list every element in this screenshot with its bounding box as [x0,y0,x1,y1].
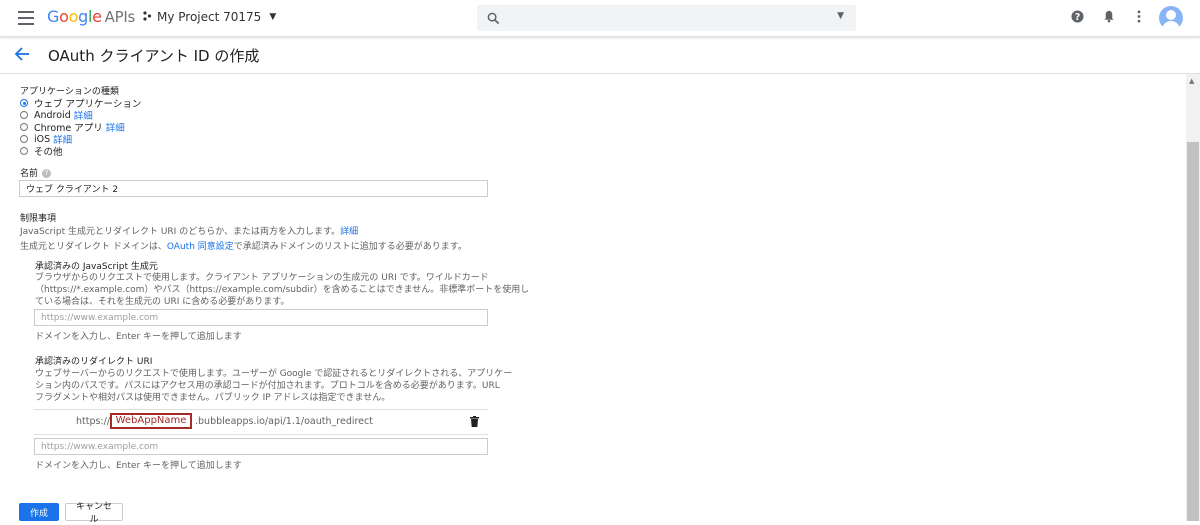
chrome-details-link[interactable]: 詳細 [106,120,125,134]
page-title: OAuth クライアント ID の作成 [48,47,260,65]
scrollbar-thumb[interactable] [1187,142,1199,521]
redirect-entry-prefix: https:// [76,416,111,427]
webappname-highlight: WebAppName [110,413,192,429]
more-vert-icon[interactable] [1137,10,1141,26]
restrictions-details-link[interactable]: 詳細 [340,227,358,237]
js-origin-input[interactable] [34,309,488,326]
radio-other[interactable]: その他 [20,144,63,158]
redirect-uri-hint: ドメインを入力し、Enter キーを押して追加します [35,461,242,471]
restrictions-desc2: 生成元とリダイレクト ドメインは、OAuth 同意設定で承認済みドメインのリスト… [20,239,467,252]
radio-label: その他 [34,147,63,158]
page-header: OAuth クライアント ID の作成 [0,37,1200,74]
create-button[interactable]: 作成 [19,503,59,521]
scroll-up-icon[interactable]: ▲ [1189,77,1194,85]
name-field-label: 名前 [20,169,39,179]
radio-unchecked-icon [20,111,28,119]
js-origin-hint: ドメインを入力し、Enter キーを押して追加します [35,332,242,342]
restrictions-desc1: JavaScript 生成元とリダイレクト URI のどちらか、または両方を入力… [20,224,358,237]
top-app-bar: Google APIs My Project 70175 ▼ ▼ ? [0,0,1200,37]
svg-text:?: ? [1075,12,1080,23]
radio-label: iOS [34,133,51,145]
project-dots-icon [142,10,152,24]
hamburger-menu-icon[interactable] [18,11,34,25]
cancel-button[interactable]: キャンセル [65,501,123,524]
radio-checked-icon [20,99,28,107]
redirect-uri-input[interactable] [34,438,488,455]
restrictions-desc2-pre: 生成元とリダイレクト ドメインは、 [20,242,167,252]
radio-unchecked-icon [20,123,28,131]
redirect-desc-line3: フラグメントや相対パスは使用できません。パブリック IP アドレスは指定できませ… [35,393,391,403]
project-name: My Project 70175 [157,10,262,24]
form-content: アプリケーションの種類 ウェブ アプリケーション Android 詳細 Chro… [0,74,1186,524]
chevron-down-icon: ▼ [269,12,277,22]
oauth-consent-link[interactable]: OAuth 同意設定 [167,242,234,252]
name-input[interactable] [19,180,488,197]
logo-apis: APIs [104,8,136,26]
help-icon[interactable]: ? [1071,10,1084,26]
help-circle-icon[interactable]: ? [42,169,52,178]
redirect-entry-suffix: .bubbleapps.io/api/1.1/oauth_redirect [195,416,373,427]
search-dropdown-icon[interactable]: ▼ [837,11,844,21]
account-avatar[interactable] [1159,6,1183,30]
notifications-bell-icon[interactable] [1103,10,1115,26]
restrictions-heading: 制限事項 [20,214,57,224]
js-origins-desc-line3: ている場合は、それを生成元の URI に含める必要があります。 [35,297,290,307]
delete-trash-icon[interactable] [470,416,479,430]
back-arrow-icon[interactable] [14,46,30,66]
logo-google: Google [47,7,102,26]
radio-label: Android [34,109,71,121]
project-selector[interactable]: My Project 70175 ▼ [142,10,276,24]
name-field-label-row: 名前? [20,166,52,179]
radio-unchecked-icon [20,135,28,143]
search-icon [487,10,500,29]
search-bar[interactable]: ▼ [477,5,856,31]
radio-unchecked-icon [20,147,28,155]
restrictions-desc1-text: JavaScript 生成元とリダイレクト URI のどちらか、または両方を入力… [20,227,341,237]
google-apis-logo[interactable]: Google APIs [47,7,135,26]
restrictions-desc2-post: で承認済みドメインのリストに追加する必要があります。 [233,242,467,252]
